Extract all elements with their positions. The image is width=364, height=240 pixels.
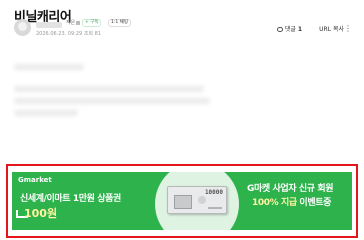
ad-right-rest: 이벤트중: [296, 198, 331, 208]
gmarket-logo: Gmarket: [18, 176, 52, 184]
blurred-content-line: [14, 110, 78, 116]
banknote-building: [174, 195, 192, 209]
comment-button[interactable]: 댓글 1: [276, 26, 302, 34]
blurred-content-line: [14, 86, 204, 92]
ad-right-line-1: G마켓 사업자 신규 회원: [247, 184, 334, 194]
ad-right-highlight: 100% 지급: [252, 198, 297, 208]
chat-button[interactable]: 1:1 채팅: [108, 19, 131, 27]
blurred-content-line: [14, 64, 84, 70]
banknote-line: [208, 207, 222, 209]
blurred-content-line: [14, 98, 210, 104]
ad-right-line-2: 100% 지급 이벤트중: [252, 195, 331, 208]
post-dateline: 2026.06.23. 09:29 조회 81: [36, 31, 101, 38]
banknote-seal: [198, 196, 206, 204]
author-role-label: 작은: [66, 20, 76, 26]
post-views: 조회 81: [83, 31, 101, 37]
role-icon: [76, 20, 81, 25]
banknote-amount: 10000: [204, 189, 223, 196]
more-options-icon[interactable]: ⋮: [344, 25, 352, 33]
comment-count: 1: [297, 26, 302, 33]
subscribe-button[interactable]: + 구독: [82, 19, 102, 27]
post-meta: 작은 + 구독 1:1 채팅 2026.06.23. 09:29 조회 81 댓…: [14, 19, 354, 39]
avatar[interactable]: [14, 19, 31, 36]
ad-left-line-2: 100원: [24, 207, 58, 220]
author-name-blurred[interactable]: [36, 22, 62, 28]
url-copy-button[interactable]: URL 복사: [319, 26, 344, 34]
author-role: 작은: [66, 19, 81, 27]
ad-left-line-1: 신세계/이마트 1만원 상품권: [20, 194, 121, 204]
comment-icon: [276, 27, 283, 32]
banknote-image: 10000: [167, 186, 227, 214]
ad-highlight-frame: Gmarket 신세계/이마트 1만원 상품권 100원 10000 G마켓 사…: [6, 164, 358, 238]
comment-label: 댓글: [284, 26, 296, 33]
post-date: 2026.06.23. 09:29: [36, 31, 83, 37]
ad-banner[interactable]: Gmarket 신세계/이마트 1만원 상품권 100원 10000 G마켓 사…: [12, 172, 352, 230]
